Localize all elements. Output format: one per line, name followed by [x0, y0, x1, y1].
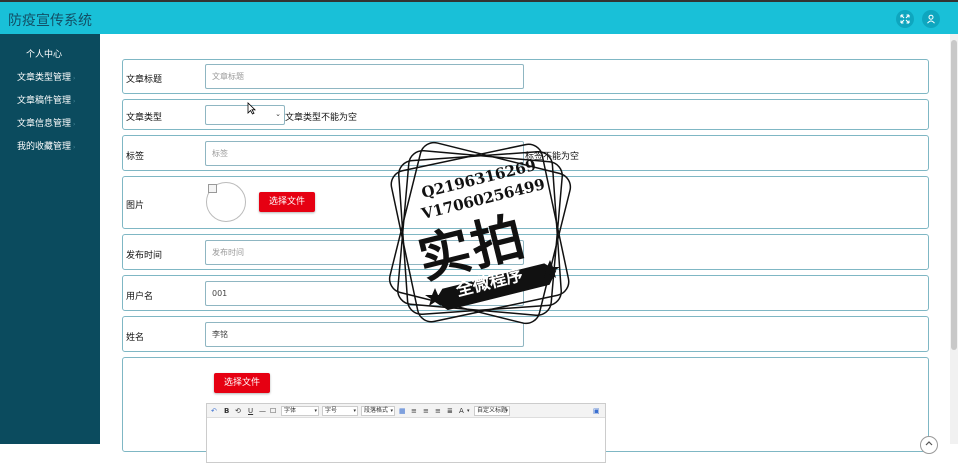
paragraph-select[interactable]: 段落格式 ▾	[361, 406, 395, 416]
chevron-down-icon: ▾	[353, 408, 356, 414]
undo-icon[interactable]: ↶	[211, 406, 217, 416]
user-icon	[927, 14, 935, 24]
app-title: 防疫宣传系统	[8, 13, 92, 29]
field-label: 发布时间	[126, 251, 163, 261]
chevron-down-icon: ▾	[505, 408, 508, 414]
type-error: 文章类型不能为空	[285, 113, 358, 123]
sidebar-item-article-info[interactable]: 文章信息管理 ›	[0, 115, 100, 133]
chevron-right-icon: ›	[73, 75, 76, 82]
title-input[interactable]: 文章标题	[205, 64, 524, 89]
chevron-up-icon	[925, 441, 933, 446]
paragraph-label: 段落格式	[364, 407, 389, 414]
horizontal-rule-icon[interactable]: —	[259, 406, 266, 416]
back-to-top-button[interactable]	[920, 436, 938, 454]
fullscreen-editor-icon[interactable]: ▣	[593, 406, 600, 416]
sidebar-item-label: 文章类型管理	[17, 73, 72, 83]
clear-format-icon[interactable]: ☐	[270, 406, 276, 416]
align-right-icon[interactable]: ≡	[435, 406, 441, 416]
watermark-stamp: Q2196316269 V17060256499 实拍 全微程序	[375, 128, 585, 338]
form-row-title: 文章标题 文章标题	[122, 59, 929, 94]
chevron-right-icon: ›	[73, 144, 76, 151]
sidebar-item-label: 我的收藏管理	[17, 142, 72, 152]
font-size-select[interactable]: 字号 ▾	[322, 406, 358, 416]
field-label: 标签	[126, 152, 145, 162]
field-label: 用户名	[126, 292, 154, 302]
sidebar-item-article-draft[interactable]: 文章稿件管理 ›	[0, 92, 100, 110]
align-center-icon[interactable]: ≡	[423, 406, 429, 416]
form-row-content: 选择文件 ↶ B ⟲ U — ☐ 字体 ▾ 字号 ▾ 段落格式 ▾ ▦ ≡ ≡ ≡ ≣…	[122, 357, 929, 463]
chevron-right-icon: ›	[73, 98, 76, 105]
font-color-button[interactable]: A	[459, 406, 464, 416]
user-button[interactable]	[922, 10, 940, 28]
custom-heading-select[interactable]: 自定义标题 ▾	[474, 406, 510, 416]
choose-file-button[interactable]: 选择文件	[214, 373, 270, 393]
form-row-type: 文章类型 ⌄ 文章类型不能为空	[122, 99, 929, 130]
field-label: 文章标题	[126, 75, 163, 85]
field-label: 文章类型	[126, 113, 163, 123]
sidebar-item-profile[interactable]: 个人中心	[0, 46, 100, 64]
mouse-cursor-icon	[247, 102, 256, 115]
top-bar: 防疫宣传系统	[0, 0, 958, 34]
chevron-down-icon: ▾	[390, 408, 393, 414]
bold-button[interactable]: B	[224, 406, 229, 416]
sidebar-item-label: 个人中心	[26, 50, 63, 60]
font-family-select[interactable]: 字体 ▾	[281, 406, 319, 416]
sidebar-item-favorites[interactable]: 我的收藏管理 ›	[0, 138, 100, 156]
scrollbar-thumb[interactable]	[951, 40, 957, 350]
field-label: 姓名	[126, 333, 145, 343]
image-preview	[206, 182, 246, 222]
type-select[interactable]: ⌄	[205, 105, 285, 125]
format-painter-icon[interactable]: ⟲	[235, 406, 241, 416]
sidebar-item-label: 文章稿件管理	[17, 96, 72, 106]
chevron-right-icon: ›	[73, 121, 76, 128]
broken-image-icon	[208, 184, 217, 193]
underline-button[interactable]: U	[248, 406, 253, 416]
field-label: 图片	[126, 201, 145, 211]
editor-toolbar: ↶ B ⟲ U — ☐ 字体 ▾ 字号 ▾ 段落格式 ▾ ▦ ≡ ≡ ≡ ≣ A ▾ …	[207, 404, 605, 418]
table-icon[interactable]: ▦	[399, 406, 406, 416]
chevron-down-icon: ⌄	[275, 110, 281, 118]
align-justify-icon[interactable]: ≣	[447, 406, 453, 416]
fullscreen-button[interactable]	[896, 10, 914, 28]
custom-heading-label: 自定义标题	[477, 407, 508, 414]
font-family-label: 字体	[284, 407, 297, 414]
choose-image-button[interactable]: 选择文件	[259, 192, 315, 212]
rich-text-editor[interactable]: ↶ B ⟲ U — ☐ 字体 ▾ 字号 ▾ 段落格式 ▾ ▦ ≡ ≡ ≡ ≣ A ▾ …	[206, 403, 606, 463]
chevron-down-icon: ▾	[314, 408, 317, 414]
chevron-down-icon[interactable]: ▾	[467, 406, 470, 416]
sidebar-item-article-type[interactable]: 文章类型管理 ›	[0, 69, 100, 87]
font-size-label: 字号	[325, 407, 338, 414]
sidebar-item-label: 文章信息管理	[17, 119, 72, 129]
align-left-icon[interactable]: ≡	[411, 406, 417, 416]
fullscreen-icon	[900, 14, 910, 24]
